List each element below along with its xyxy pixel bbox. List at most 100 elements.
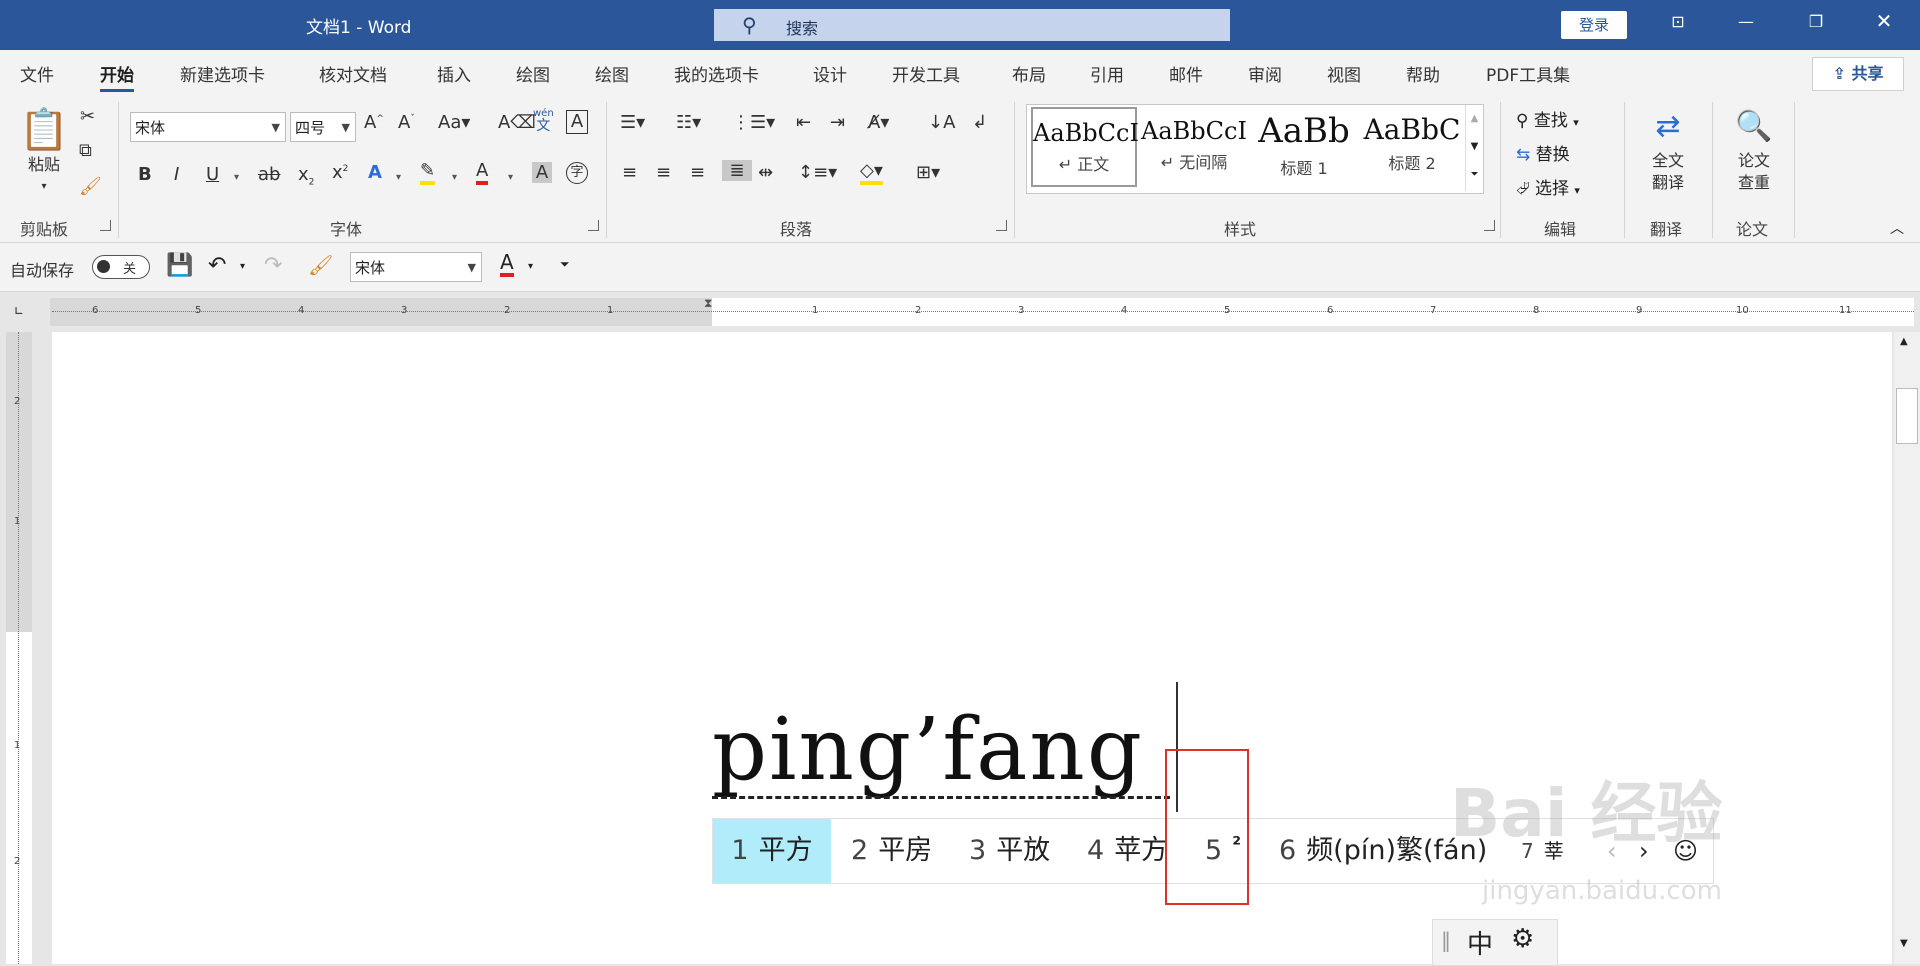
decrease-indent-icon[interactable]: ⇤ <box>796 112 811 133</box>
tab-home[interactable]: 开始 <box>100 61 134 92</box>
undo-icon[interactable]: ↶ <box>208 253 226 278</box>
font-name-select[interactable]: 宋体 ▼ <box>130 112 286 142</box>
italic-button[interactable]: I <box>174 164 179 185</box>
tab-file[interactable]: 文件 <box>20 61 54 86</box>
scroll-up-icon[interactable]: ▲ <box>1466 105 1483 133</box>
chevron-down-icon[interactable]: ▾ <box>528 261 533 272</box>
enclose-characters-icon[interactable]: 字 <box>566 162 588 184</box>
scroll-up-icon[interactable]: ▲ <box>1900 336 1908 347</box>
tab-pdf-tools[interactable]: PDF工具集 <box>1486 61 1570 86</box>
scroll-down-icon[interactable]: ▼ <box>1900 938 1908 949</box>
style-normal[interactable]: AaBbCcI ↵ 正文 <box>1031 107 1139 187</box>
ime-mode-toggle[interactable]: 中 <box>1467 924 1493 961</box>
save-icon[interactable]: 💾 <box>166 253 193 278</box>
text-effects-icon[interactable]: A <box>368 162 382 183</box>
chevron-down-icon[interactable]: ▾ <box>508 172 513 183</box>
tab-my-tab[interactable]: 我的选项卡 <box>674 61 759 86</box>
clear-formatting-icon[interactable]: A⌫ <box>498 112 536 133</box>
tab-proofread[interactable]: 核对文档 <box>319 61 387 86</box>
login-button[interactable]: 登录 <box>1561 11 1627 39</box>
close-button[interactable]: ✕ <box>1864 9 1904 33</box>
translate-button[interactable]: ⇄ 全文 翻译 <box>1640 104 1696 194</box>
font-color-icon[interactable]: A <box>500 251 514 277</box>
select-button[interactable]: ⮰ 选择 ▾ <box>1516 174 1580 199</box>
format-painter-icon[interactable]: 🖌 <box>308 253 333 277</box>
ime-candidate-3[interactable]: 3 平放 <box>969 819 1050 883</box>
increase-indent-icon[interactable]: ⇥ <box>830 112 845 133</box>
vertical-ruler[interactable]: 2 1 1 2 <box>6 332 32 964</box>
format-painter-icon[interactable]: 🖌 <box>79 176 102 197</box>
tab-draw[interactable]: 绘图 <box>516 61 550 86</box>
underline-button[interactable]: U <box>206 164 219 185</box>
change-case-icon[interactable]: Aa▾ <box>438 112 470 133</box>
strikethrough-button[interactable]: ab <box>258 164 280 185</box>
chevron-down-icon[interactable]: ▾ <box>234 172 239 183</box>
scroll-thumb[interactable] <box>1896 388 1918 444</box>
grow-font-icon[interactable]: A^ <box>364 112 384 133</box>
chevron-down-icon[interactable]: ▾ <box>240 261 245 272</box>
indent-marker-icon[interactable]: ⧗ <box>704 296 712 311</box>
paper-check-button[interactable]: 🔍 论文 查重 <box>1728 104 1780 194</box>
more-styles-icon[interactable]: ⏷ <box>1466 161 1483 189</box>
style-heading-1[interactable]: AaBb 标题 1 <box>1251 107 1357 187</box>
tab-new[interactable]: 新建选项卡 <box>180 61 265 86</box>
style-no-spacing[interactable]: AaBbCcI ↵ 无间隔 <box>1141 107 1247 187</box>
tab-view[interactable]: 视图 <box>1327 61 1361 86</box>
tab-references[interactable]: 引用 <box>1090 61 1124 86</box>
tab-mailings[interactable]: 邮件 <box>1169 61 1203 86</box>
character-border-icon[interactable]: A <box>566 110 588 134</box>
paragraph-dialog-launcher[interactable] <box>996 220 1007 231</box>
align-left-icon[interactable]: ≡ <box>622 162 637 183</box>
tab-developer[interactable]: 开发工具 <box>892 61 960 86</box>
sort-icon[interactable]: ↓A <box>928 112 955 133</box>
shading-icon[interactable]: ◇▾ <box>860 160 883 185</box>
justify-icon[interactable]: ≣ <box>722 160 752 181</box>
text-direction-icon[interactable]: A̸▾ <box>868 112 889 133</box>
vertical-scrollbar[interactable]: ▲ ▼ <box>1894 332 1920 964</box>
shrink-font-icon[interactable]: Aˇ <box>398 112 415 133</box>
phonetic-guide-icon[interactable]: wén 文 <box>533 108 554 134</box>
character-shading-icon[interactable]: A <box>532 162 552 183</box>
paste-button[interactable]: 📋 粘贴 ▾ <box>18 106 70 198</box>
cut-icon[interactable]: ✂ <box>80 106 95 127</box>
superscript-button[interactable]: x2 <box>332 162 348 183</box>
scroll-down-icon[interactable]: ▼ <box>1466 133 1483 161</box>
highlight-icon[interactable]: ✎ <box>420 160 436 185</box>
tab-review[interactable]: 审阅 <box>1248 61 1282 86</box>
redo-icon[interactable]: ↷ <box>264 253 282 278</box>
ime-candidate-1[interactable]: 1 平方 <box>713 819 831 883</box>
align-center-icon[interactable]: ≡ <box>656 162 671 183</box>
autosave-toggle[interactable]: 关 <box>92 255 150 279</box>
tab-design[interactable]: 设计 <box>813 61 847 86</box>
gear-icon[interactable]: ⚙ <box>1511 924 1534 954</box>
tab-layout[interactable]: 布局 <box>1012 61 1046 86</box>
drag-handle-icon[interactable]: ‖ <box>1441 928 1451 952</box>
replace-button[interactable]: ⇆ 替换 <box>1516 140 1570 165</box>
tab-help[interactable]: 帮助 <box>1406 61 1440 86</box>
styles-gallery[interactable]: AaBbCcI ↵ 正文 AaBbCcI ↵ 无间隔 AaBb 标题 1 AaB… <box>1026 104 1484 194</box>
tab-insert[interactable]: 插入 <box>437 61 471 86</box>
tab-draw-2[interactable]: 绘图 <box>595 61 629 86</box>
line-spacing-icon[interactable]: ↕≡▾ <box>798 162 837 183</box>
align-right-icon[interactable]: ≡ <box>690 162 705 183</box>
horizontal-ruler[interactable]: 6 5 4 3 2 1 ⧗ 1 2 3 4 5 6 7 8 9 10 11 <box>50 296 1914 326</box>
minimize-button[interactable]: — <box>1726 12 1766 31</box>
font-dialog-launcher[interactable] <box>588 220 599 231</box>
numbering-icon[interactable]: ☷▾ <box>676 112 701 133</box>
distributed-icon[interactable]: ⇹ <box>758 162 773 183</box>
ime-candidate-4[interactable]: 4 苹方 <box>1087 819 1168 883</box>
tab-selector[interactable]: ∟ <box>6 298 38 326</box>
bold-button[interactable]: B <box>138 164 152 185</box>
subscript-button[interactable]: x2 <box>298 164 314 188</box>
chevron-down-icon[interactable]: ▾ <box>396 172 401 183</box>
ime-candidate-2[interactable]: 2 平房 <box>851 819 932 883</box>
clipboard-dialog-launcher[interactable] <box>100 220 111 231</box>
ribbon-display-options-icon[interactable]: ⊡ <box>1658 12 1698 31</box>
search-box[interactable]: ⚲ 搜索 <box>714 9 1230 41</box>
styles-dialog-launcher[interactable] <box>1484 220 1495 231</box>
bullets-icon[interactable]: ☰▾ <box>620 112 645 133</box>
collapse-ribbon-icon[interactable]: ︿ <box>1890 218 1904 238</box>
font-size-select[interactable]: 四号 ▼ <box>290 112 356 142</box>
customize-qat-icon[interactable]: ⏷ <box>560 257 570 272</box>
find-button[interactable]: ⚲ 查找 ▾ <box>1516 106 1579 131</box>
